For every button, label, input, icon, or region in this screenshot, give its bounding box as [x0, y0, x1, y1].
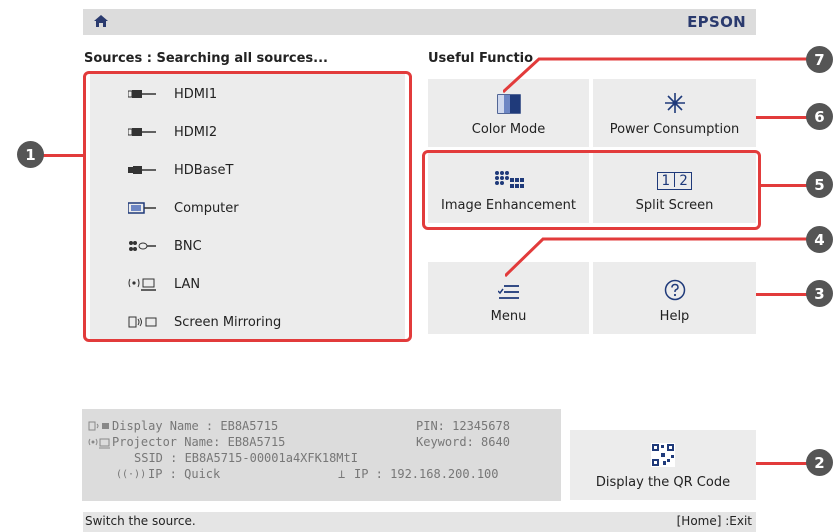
callout-line-6: [756, 116, 812, 119]
callout-box-functions: [422, 150, 761, 230]
wired-lan-small-icon: ⊥: [338, 467, 346, 481]
callout-line-7: [503, 57, 812, 94]
display-name: Display Name : EB8A5715: [112, 419, 279, 433]
screen-mirroring-small-icon: [88, 421, 109, 431]
display-qr-code-label: Display the QR Code: [595, 475, 731, 490]
callout-line-2: [756, 462, 812, 465]
callout-2: 2: [806, 449, 833, 476]
callout-line-4: [505, 237, 812, 278]
ip-address: IP : 192.168.200.100: [354, 467, 499, 481]
sources-title: Sources : Searching all sources...: [84, 51, 328, 66]
color-mode-icon: [496, 92, 521, 114]
callout-6: 6: [806, 103, 833, 130]
exit-hint: [Home] :Exit: [676, 514, 752, 528]
menu-icon: [497, 279, 520, 301]
power-consumption-icon: [664, 92, 686, 114]
callout-4: 4: [806, 226, 833, 253]
network-info-panel: Display Name : EB8A5715 Projector Name: …: [82, 409, 561, 501]
footer-hint: Switch the source.: [85, 514, 196, 528]
lan-small-icon: [88, 438, 110, 449]
menu-label: Menu: [490, 309, 527, 324]
epson-logo: EPSON: [687, 13, 746, 31]
qr-code-icon: [651, 443, 675, 467]
help-icon: [664, 279, 686, 301]
projector-name: Projector Name: EB8A5715: [112, 435, 286, 449]
help-label: Help: [659, 309, 690, 324]
keyword: Keyword: 8640: [416, 435, 510, 449]
callout-3: 3: [806, 280, 833, 307]
power-consumption-label: Power Consumption: [609, 122, 740, 137]
callout-5: 5: [806, 171, 833, 198]
display-qr-code-button[interactable]: Display the QR Code: [570, 430, 756, 500]
callout-line-3: [756, 293, 812, 296]
callout-box-sources: [83, 71, 412, 342]
footer-bar: Switch the source. [Home] :Exit: [83, 512, 756, 532]
callout-7: 7: [806, 46, 833, 73]
callout-line-5: [761, 184, 812, 187]
home-icon[interactable]: [93, 13, 109, 29]
pin: PIN: 12345678: [416, 419, 510, 433]
top-bar: EPSON: [83, 9, 756, 35]
wireless-small-icon: ((·)): [116, 469, 147, 480]
callout-1: 1: [17, 141, 44, 168]
ip-quick: IP : Quick: [148, 467, 221, 481]
callout-line-1: [38, 154, 85, 157]
ssid: SSID : EB8A5715-00001a4XFK18MtI: [134, 451, 358, 465]
color-mode-label: Color Mode: [471, 122, 546, 137]
